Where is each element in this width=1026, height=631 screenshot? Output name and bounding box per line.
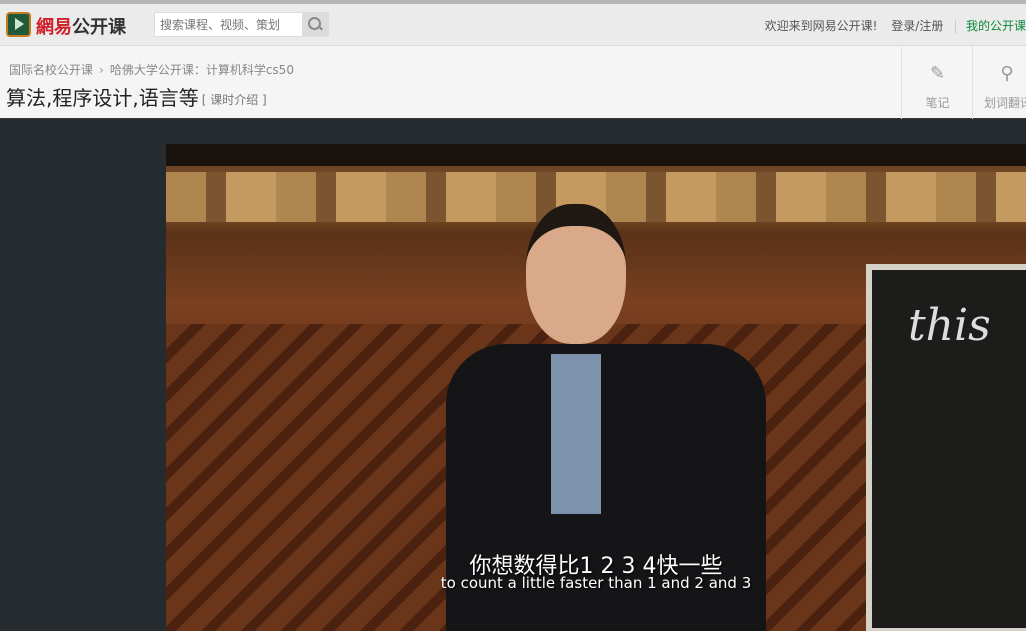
logo-icon[interactable] (6, 12, 31, 37)
brand-logo[interactable]: 網易公开课 (36, 13, 126, 39)
my-courses-link[interactable]: 我的公开课 (966, 19, 1026, 33)
search-input[interactable] (155, 13, 303, 36)
user-links: 欢迎来到网易公开课! 登录/注册 我的公开课 (755, 17, 1026, 34)
translate-button[interactable]: ⚲划词翻译 (972, 46, 1026, 119)
breadcrumb: 国际名校公开课 › 哈佛大学公开课：计算机科学cs50 (9, 61, 294, 78)
search-icon[interactable] (302, 13, 328, 36)
lesson-header: 国际名校公开课 › 哈佛大学公开课：计算机科学cs50 算法,程序设计,语言等[ 课… (0, 46, 1026, 119)
page-title: 算法,程序设计,语言等[ 课时介绍 ] (6, 86, 267, 110)
video-player[interactable]: this 你想数得比1 2 3 4快一些 to count a little f… (166, 144, 1026, 631)
edit-icon: ✎ (929, 63, 946, 84)
translate-icon: ⚲ (1000, 63, 1014, 84)
breadcrumb-item[interactable]: 哈佛大学公开课：计算机科学cs50 (110, 63, 294, 77)
chevron-right-icon: › (99, 63, 104, 77)
welcome-text: 欢迎来到网易公开课! (764, 19, 878, 33)
search-box (154, 12, 329, 37)
notes-button[interactable]: ✎ 笔记 (901, 46, 973, 119)
subtitle-english: to count a little faster than 1 and 2 an… (440, 574, 752, 592)
login-link[interactable]: 登录/注册 (891, 19, 943, 33)
divider (955, 19, 957, 34)
breadcrumb-item[interactable]: 国际名校公开课 (9, 63, 93, 77)
lesson-intro-link[interactable]: [ 课时介绍 ] (202, 93, 267, 107)
top-bar: 網易公开课 欢迎来到网易公开课! 登录/注册 我的公开课 (0, 0, 1026, 46)
